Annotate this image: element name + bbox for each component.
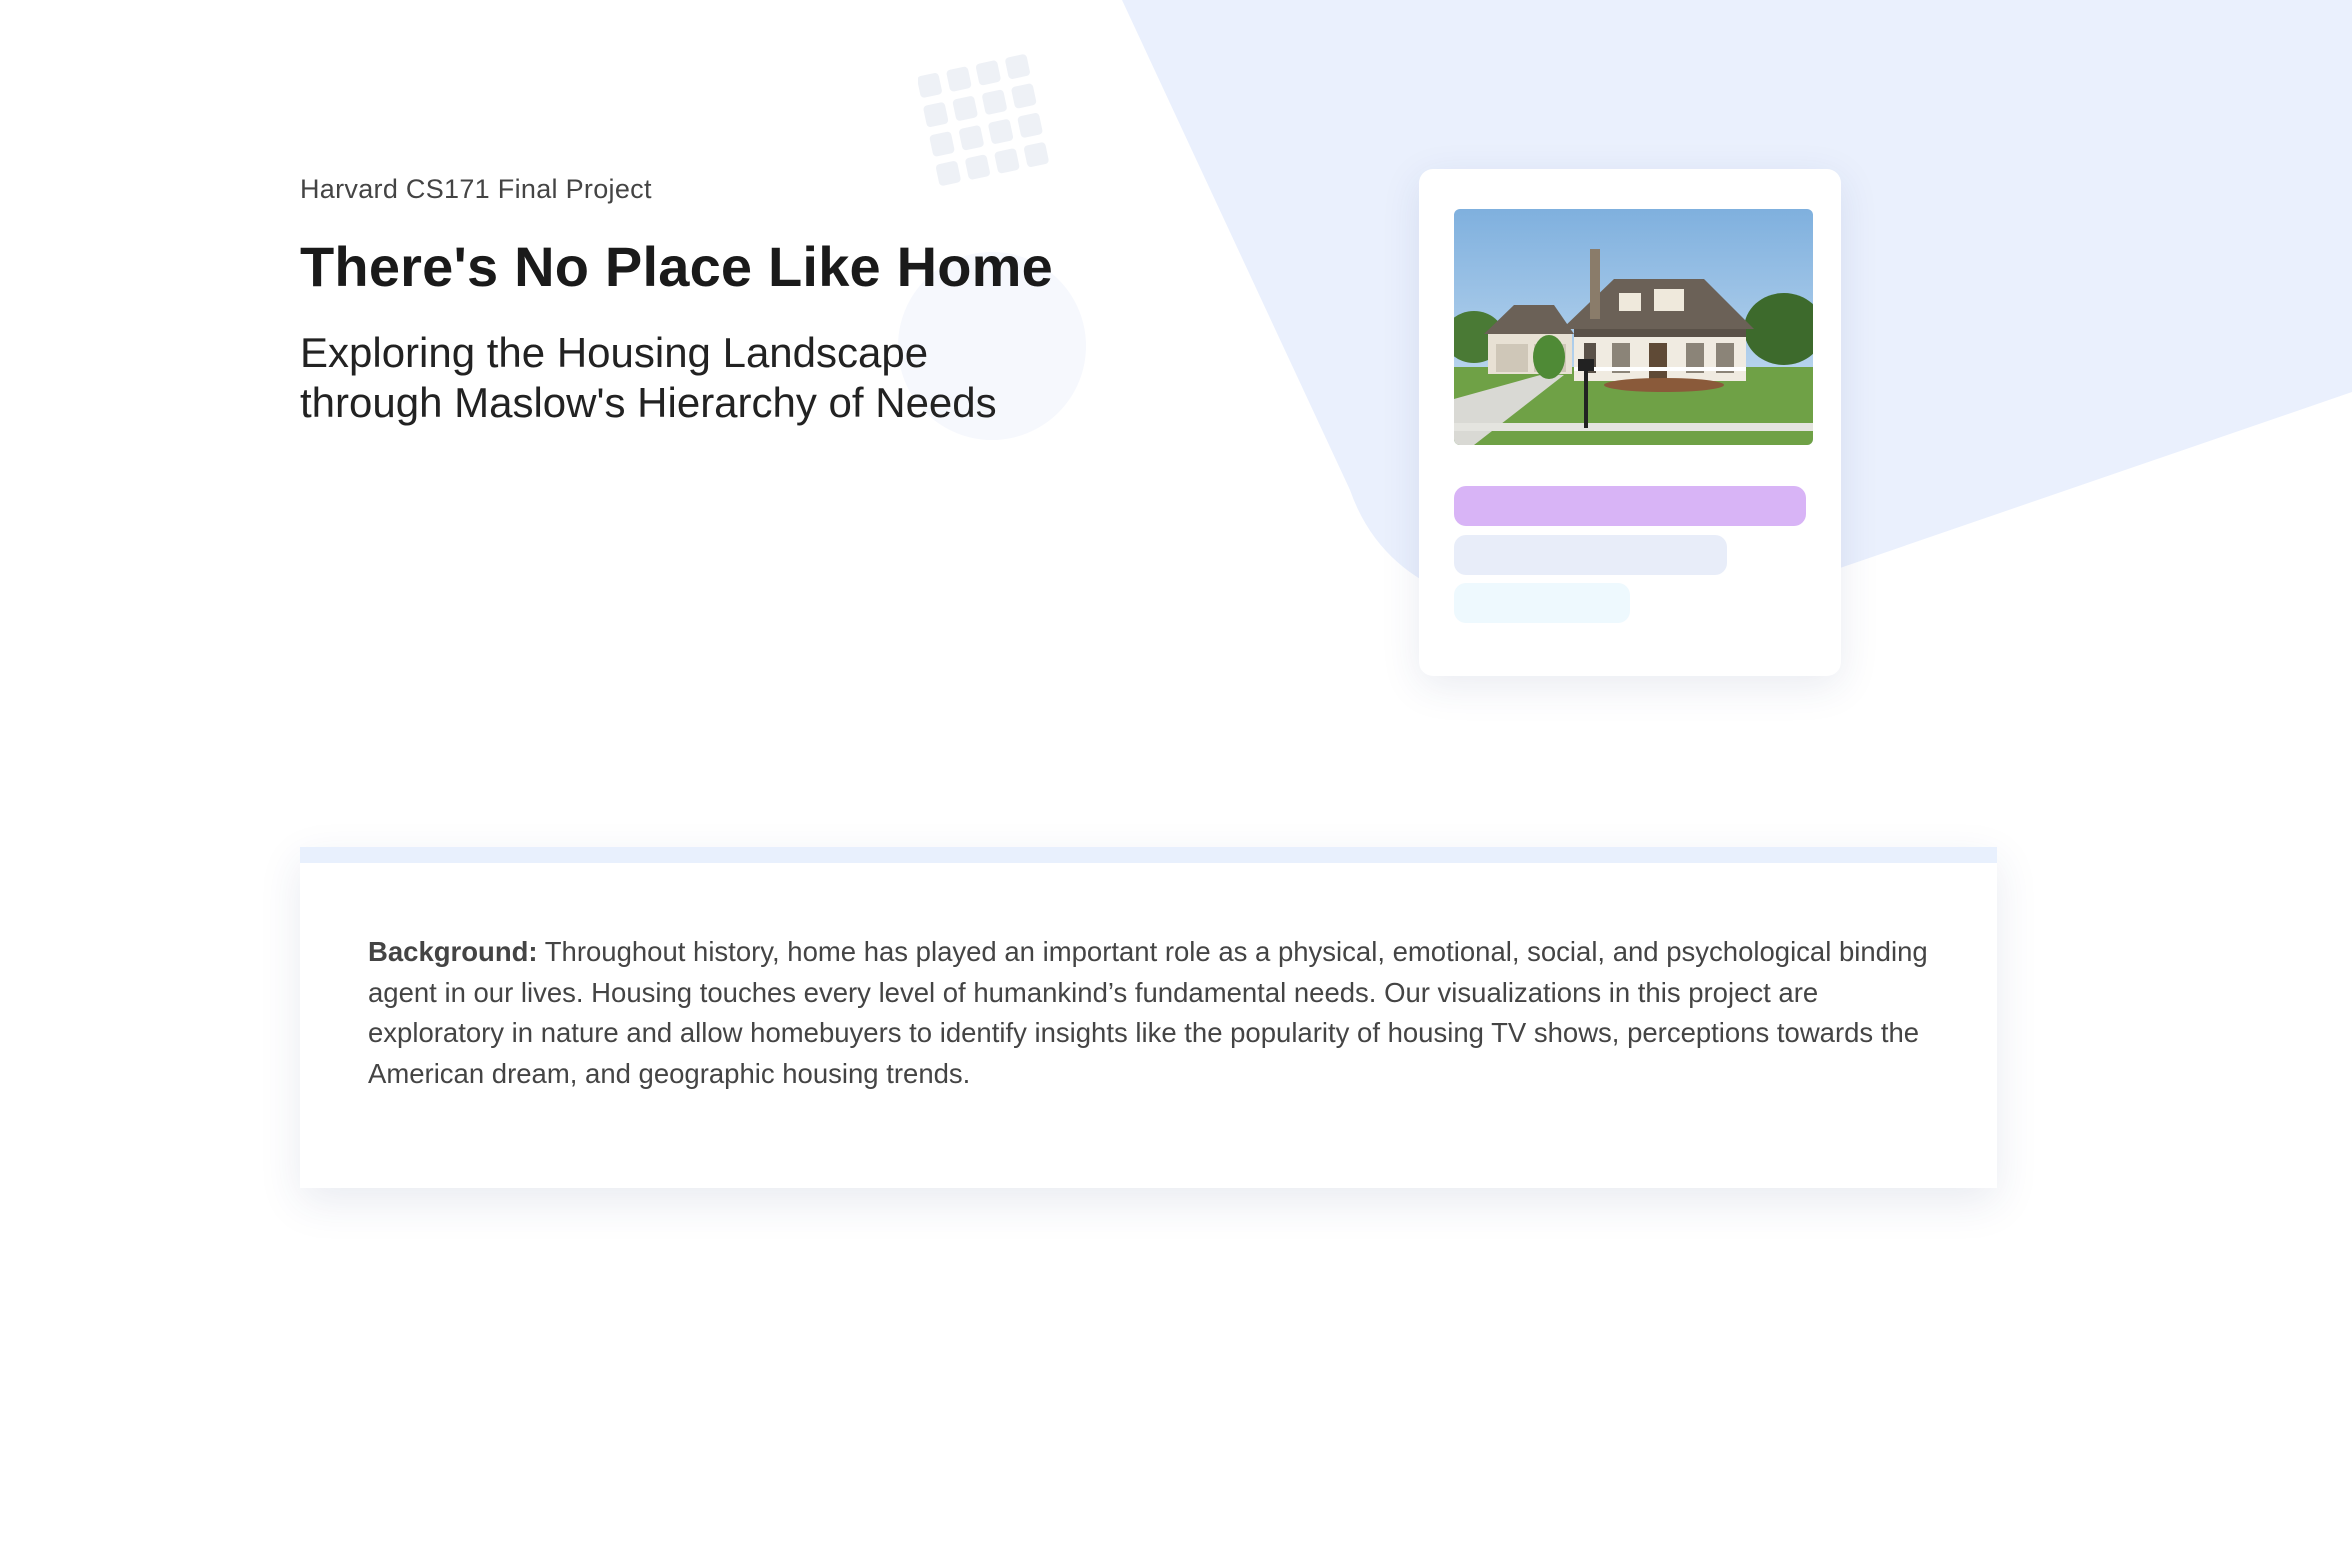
background-paragraph: Background: Throughout history, home has…	[368, 932, 1938, 1094]
background-panel: Background: Throughout history, home has…	[300, 847, 1997, 1188]
panel-accent-bar	[300, 847, 1997, 863]
background-body: Throughout history, home has played an i…	[368, 936, 1928, 1089]
page-subtitle: Exploring the Housing Landscape through …	[300, 329, 997, 426]
preview-card	[1419, 169, 1841, 676]
project-eyebrow: Harvard CS171 Final Project	[300, 174, 652, 204]
hero-section: Harvard CS171 Final Project There's No P…	[300, 168, 1200, 428]
placeholder-bar-tertiary	[1454, 583, 1630, 623]
background-label: Background:	[368, 936, 538, 967]
house-photo-icon	[1454, 209, 1813, 445]
page-title: There's No Place Like Home	[300, 235, 1054, 298]
page: Harvard CS171 Final Project There's No P…	[0, 0, 2352, 1552]
placeholder-bar-primary	[1454, 486, 1806, 526]
placeholder-bar-secondary	[1454, 535, 1727, 575]
